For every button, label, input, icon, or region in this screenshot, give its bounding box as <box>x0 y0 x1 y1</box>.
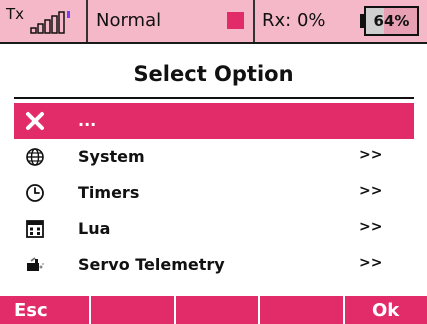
menu-item-label: ... <box>78 111 97 130</box>
menu-item-timers[interactable]: Timers >> <box>14 175 414 211</box>
ok-button[interactable]: Ok <box>372 300 399 321</box>
tx-label: Tx <box>6 5 25 23</box>
softkey-divider <box>258 296 260 324</box>
softkey-divider <box>343 296 345 324</box>
submenu-arrow: >> <box>359 183 383 199</box>
calendar-grid-icon <box>26 220 44 238</box>
menu-item-lua[interactable]: Lua >> <box>14 211 414 247</box>
submenu-arrow: >> <box>359 219 383 235</box>
rx-status: Rx: 0% <box>262 10 326 31</box>
submenu-arrow: >> <box>359 255 383 271</box>
title-divider <box>14 97 414 99</box>
battery-icon: 64% <box>364 6 419 36</box>
submenu-arrow: >> <box>359 147 383 163</box>
menu-item-system[interactable]: System >> <box>14 139 414 175</box>
status-separator <box>253 0 255 42</box>
close-icon <box>26 112 44 130</box>
clock-icon <box>26 184 44 202</box>
mode-color-indicator <box>227 12 244 29</box>
softkey-divider <box>174 296 176 324</box>
menu-item-label: Servo Telemetry <box>78 255 225 274</box>
menu-item-servo-telemetry[interactable]: Servo Telemetry >> <box>14 247 414 283</box>
menu-item-label: Timers <box>78 183 140 202</box>
globe-icon <box>26 148 44 166</box>
esc-button[interactable]: Esc <box>14 300 48 321</box>
menu-item-label: System <box>78 147 145 166</box>
softkey-divider <box>89 296 91 324</box>
softkey-bar: Esc Ok <box>0 296 427 324</box>
menu-item-label: Lua <box>78 219 111 238</box>
servo-icon <box>27 257 44 271</box>
option-list: ... System >> Timers >> Lua >> Servo Tel… <box>14 103 414 283</box>
battery-percent: 64% <box>373 12 410 30</box>
signal-bars-icon <box>30 11 70 34</box>
flight-mode-label[interactable]: Normal <box>96 10 161 31</box>
status-bar: Tx Normal Rx: 0% 64% <box>0 0 427 44</box>
page-title: Select Option <box>133 62 294 86</box>
menu-item-back[interactable]: ... <box>14 103 414 139</box>
status-separator <box>86 0 88 42</box>
